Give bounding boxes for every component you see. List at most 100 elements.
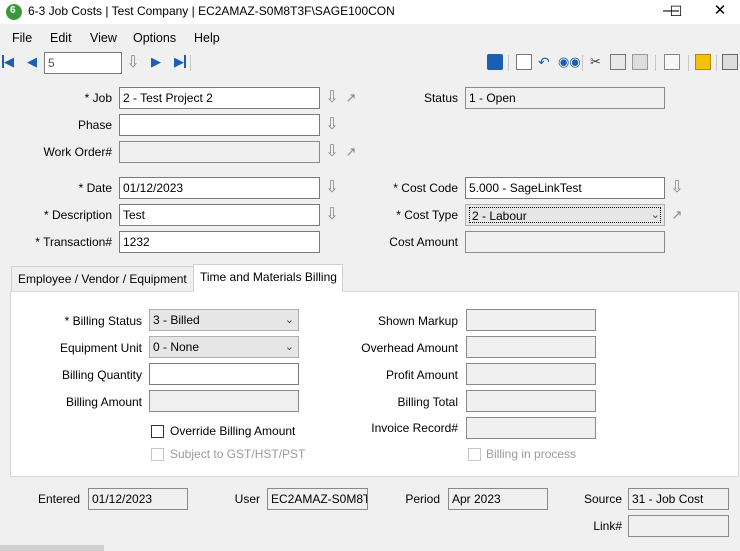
tab-joiner xyxy=(194,290,342,293)
previous-record-icon[interactable]: ◀ xyxy=(25,54,39,70)
billing-in-process-label: Billing in process xyxy=(486,447,577,461)
invoice-record-label: Invoice Record# xyxy=(371,421,458,435)
last-record-bar xyxy=(184,55,186,68)
job-lookup-icon[interactable]: ⇩ xyxy=(324,90,340,106)
phase-field[interactable] xyxy=(119,114,320,136)
menu-file[interactable]: File xyxy=(12,31,32,45)
toolbar-separator xyxy=(190,55,191,71)
close-button[interactable]: ✕ xyxy=(697,0,740,24)
toolbar-separator xyxy=(582,55,583,71)
first-record-bar xyxy=(2,55,4,68)
description-field[interactable]: Test xyxy=(119,204,320,226)
print-icon[interactable] xyxy=(722,54,738,70)
transaction-label: * Transaction# xyxy=(35,235,112,249)
cost-type-drilldown-icon[interactable]: ↗ xyxy=(670,208,684,222)
phase-lookup-icon[interactable]: ⇩ xyxy=(324,117,340,133)
billing-quantity-label: Billing Quantity xyxy=(61,368,142,382)
save-icon[interactable] xyxy=(487,54,503,70)
billing-quantity-field[interactable] xyxy=(149,363,299,385)
cost-type-select[interactable]: 2 - Labour ⌄ xyxy=(465,204,665,226)
link-label: Link# xyxy=(593,519,622,533)
override-billing-checkbox[interactable] xyxy=(151,425,164,438)
new-icon[interactable] xyxy=(516,54,532,70)
user-field: EC2AMAZ-S0M8T xyxy=(267,488,368,510)
maximize-button[interactable]: ☐ xyxy=(653,0,699,24)
toolbar-separator xyxy=(508,55,509,71)
go-to-record-icon[interactable]: ⇩ xyxy=(125,55,141,71)
date-field[interactable]: 01/12/2023 xyxy=(119,177,320,199)
status-field: 1 - Open xyxy=(465,87,665,109)
record-number-field[interactable]: 5 xyxy=(44,52,122,74)
tab-employee-vendor-equipment[interactable]: Employee / Vendor / Equipment xyxy=(11,266,194,291)
undo-icon[interactable]: ↶ xyxy=(538,54,554,70)
date-label: * Date xyxy=(78,181,112,195)
work-order-label: Work Order# xyxy=(43,145,112,159)
toolbar-separator xyxy=(688,55,689,71)
entered-field: 01/12/2023 xyxy=(88,488,188,510)
gst-label: Subject to GST/HST/PST xyxy=(170,447,306,461)
billing-in-process-checkbox xyxy=(468,448,481,461)
period-label: Period xyxy=(405,492,440,506)
equipment-unit-select[interactable]: 0 - None ⌄ xyxy=(149,336,299,358)
date-picker-icon[interactable]: ⇩ xyxy=(324,180,340,196)
profit-amount-label: Profit Amount xyxy=(385,368,458,382)
toolbar-separator xyxy=(716,55,717,71)
chevron-down-icon: ⌄ xyxy=(284,314,294,326)
description-lookup-icon[interactable]: ⇩ xyxy=(324,207,340,223)
chevron-down-icon: ⌄ xyxy=(650,209,660,221)
job-drilldown-icon[interactable]: ↗ xyxy=(344,91,358,105)
gst-checkbox xyxy=(151,448,164,461)
shown-markup-label: Shown Markup xyxy=(377,314,458,328)
invoice-record-field xyxy=(466,417,596,439)
period-field: Apr 2023 xyxy=(448,488,548,510)
menu-view[interactable]: View xyxy=(90,31,117,45)
cost-amount-label: Cost Amount xyxy=(389,235,458,249)
menu-help[interactable]: Help xyxy=(194,31,220,45)
app-icon xyxy=(6,4,22,20)
window-title: 6-3 Job Costs | Test Company | EC2AMAZ-S… xyxy=(28,4,395,18)
grid-icon[interactable] xyxy=(664,54,680,70)
link-field xyxy=(628,515,729,537)
equipment-unit-value: 0 - None xyxy=(153,340,200,354)
cost-amount-field xyxy=(465,231,665,253)
description-label: * Description xyxy=(43,208,112,222)
billing-status-value: 3 - Billed xyxy=(153,313,200,327)
copy-icon[interactable] xyxy=(610,54,626,70)
billing-amount-field xyxy=(149,390,299,412)
cost-code-label: * Cost Code xyxy=(393,181,458,195)
shown-markup-field xyxy=(466,309,596,331)
source-label: Source xyxy=(583,492,622,506)
cost-code-field[interactable]: 5.000 - SageLinkTest xyxy=(465,177,665,199)
work-order-drilldown-icon[interactable]: ↗ xyxy=(344,145,358,159)
cut-icon[interactable]: ✂ xyxy=(590,54,606,70)
menu-options[interactable]: Options xyxy=(133,31,176,45)
cost-type-value: 2 - Labour xyxy=(469,207,661,223)
cost-type-label: * Cost Type xyxy=(396,208,458,222)
status-strip xyxy=(0,545,104,551)
job-label: * Job xyxy=(84,91,112,105)
first-record-icon[interactable]: ◀​ xyxy=(2,54,16,70)
job-field[interactable]: 2 - Test Project 2 xyxy=(119,87,320,109)
transaction-field[interactable]: 1232 xyxy=(119,231,320,253)
note-icon[interactable] xyxy=(695,54,711,70)
phase-label: Phase xyxy=(77,118,112,132)
overhead-amount-label: Overhead Amount xyxy=(361,341,458,355)
menu-edit[interactable]: Edit xyxy=(50,31,72,45)
billing-amount-label: Billing Amount xyxy=(65,395,142,409)
billing-status-select[interactable]: 3 - Billed ⌄ xyxy=(149,309,299,331)
override-billing-label: Override Billing Amount xyxy=(170,424,296,438)
billing-total-label: Billing Total xyxy=(397,395,458,409)
profit-amount-field xyxy=(466,363,596,385)
tab-time-materials-billing[interactable]: Time and Materials Billing xyxy=(193,264,343,292)
work-order-field[interactable] xyxy=(119,141,320,163)
find-icon[interactable]: ◉◉ xyxy=(558,54,581,70)
next-record-icon[interactable]: ▶ xyxy=(149,54,163,70)
work-order-lookup-icon[interactable]: ⇩ xyxy=(324,144,340,160)
user-label: User xyxy=(234,492,260,506)
paste-icon[interactable] xyxy=(632,54,648,70)
cost-code-lookup-icon[interactable]: ⇩ xyxy=(669,180,685,196)
entered-label: Entered xyxy=(37,492,80,506)
overhead-amount-field xyxy=(466,336,596,358)
source-field: 31 - Job Cost xyxy=(628,488,729,510)
billing-status-label: * Billing Status xyxy=(64,314,142,328)
